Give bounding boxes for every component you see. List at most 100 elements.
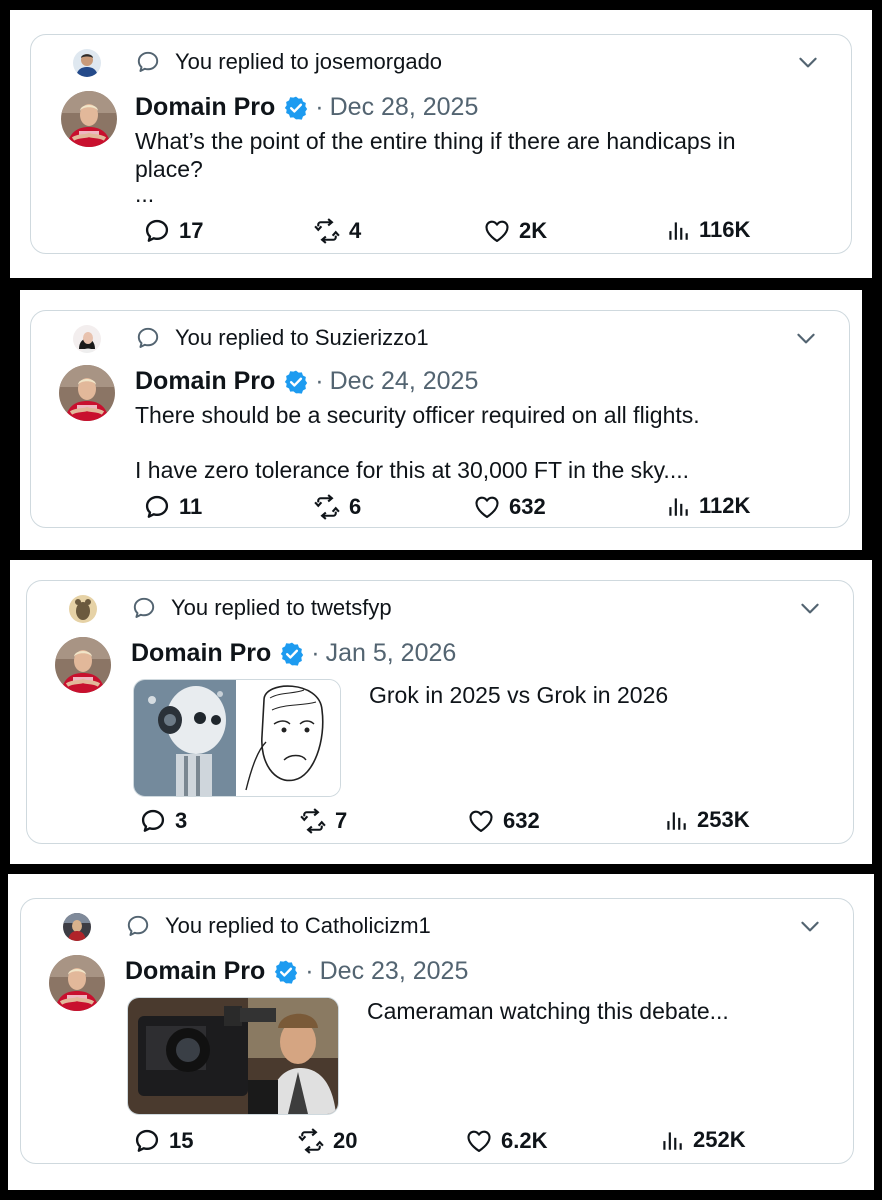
retweet-icon: [297, 1127, 325, 1155]
retweet-button[interactable]: 4: [313, 217, 361, 245]
reply-count: 11: [179, 494, 203, 519]
replied-user-avatar[interactable]: [63, 913, 91, 941]
reply-icon: [139, 807, 167, 835]
like-button[interactable]: 2K: [483, 217, 547, 245]
tweet-text: Cameraman watching this debate...: [367, 997, 827, 1025]
tweet-panel-1: You replied to josemorgado Domain Pro · …: [10, 10, 872, 278]
author-line: Domain Pro · Dec 23, 2025: [125, 957, 468, 986]
reply-button[interactable]: 15: [133, 1127, 193, 1155]
tweet-date[interactable]: Dec 24, 2025: [330, 367, 479, 396]
robot-and-sad-wojak-image: [134, 680, 340, 796]
author-line: Domain Pro · Dec 28, 2025: [135, 93, 478, 122]
retweet-count: 7: [335, 808, 348, 833]
reply-button[interactable]: 11: [143, 493, 202, 521]
author-avatar[interactable]: [59, 365, 115, 421]
reply-bubble-icon: [135, 49, 161, 75]
view-count: 253K: [697, 807, 750, 832]
author-name[interactable]: Domain Pro: [131, 639, 271, 668]
tweet-card[interactable]: You replied to Suzierizzo1 Domain Pro · …: [30, 310, 850, 528]
tweet-text: There should be a security officer requi…: [135, 401, 835, 484]
reply-button[interactable]: 3: [139, 807, 187, 835]
retweet-button[interactable]: 6: [313, 493, 361, 521]
views-button[interactable]: 116K: [665, 217, 750, 243]
tweet-card[interactable]: You replied to josemorgado Domain Pro · …: [30, 34, 852, 254]
tweet-actions: 3 7 632 253K: [27, 807, 855, 837]
heart-icon: [483, 217, 511, 245]
retweet-button[interactable]: 20: [297, 1127, 357, 1155]
reply-icon: [133, 1127, 161, 1155]
chevron-down-icon[interactable]: [795, 49, 821, 75]
tweet-date[interactable]: Dec 23, 2025: [320, 957, 469, 986]
cameraman-image: [128, 998, 338, 1114]
views-button[interactable]: 252K: [659, 1127, 746, 1153]
chevron-down-icon[interactable]: [797, 595, 823, 621]
tweet-panel-3: You replied to twetsfyp Domain Pro · Jan…: [10, 560, 872, 864]
reply-icon: [143, 217, 171, 245]
like-count: 632: [503, 808, 540, 833]
heart-icon: [467, 807, 495, 835]
separator-dot: ·: [315, 367, 324, 395]
tweet-media-image[interactable]: [127, 997, 339, 1115]
heart-icon: [465, 1127, 493, 1155]
views-button[interactable]: 112K: [665, 493, 750, 519]
replied-user-avatar[interactable]: [73, 325, 101, 353]
view-count: 116K: [699, 217, 751, 242]
tweet-card[interactable]: You replied to twetsfyp Domain Pro · Jan…: [26, 580, 854, 844]
like-button[interactable]: 632: [473, 493, 546, 521]
replied-user-avatar[interactable]: [73, 49, 101, 77]
tweet-date[interactable]: Dec 28, 2025: [330, 93, 479, 122]
retweet-count: 4: [349, 218, 362, 243]
chevron-down-icon[interactable]: [797, 913, 823, 939]
author-name[interactable]: Domain Pro: [125, 957, 265, 986]
replied-to-line: You replied to josemorgado: [135, 49, 442, 75]
author-avatar[interactable]: [55, 637, 111, 693]
bar-chart-icon: [665, 493, 691, 519]
tweet-actions: 17 4 2K 116K: [31, 217, 853, 247]
reply-bubble-icon: [135, 325, 161, 351]
retweet-count: 20: [333, 1128, 358, 1153]
replied-user-avatar[interactable]: [69, 595, 97, 623]
tweet-text-line: I have zero tolerance for this at 30,000…: [135, 457, 689, 483]
replied-to-text[interactable]: You replied to Suzierizzo1: [175, 325, 429, 351]
reply-bubble-icon: [131, 595, 157, 621]
like-count: 2K: [519, 218, 548, 243]
retweet-count: 6: [349, 494, 362, 519]
like-count: 632: [509, 494, 546, 519]
tweet-date[interactable]: Jan 5, 2026: [326, 639, 457, 668]
tweet-panel-2: You replied to Suzierizzo1 Domain Pro · …: [20, 290, 862, 550]
views-button[interactable]: 253K: [663, 807, 750, 833]
tweet-card[interactable]: You replied to Catholicizm1 Domain Pro ·…: [20, 898, 854, 1164]
author-avatar[interactable]: [49, 955, 105, 1011]
author-name[interactable]: Domain Pro: [135, 93, 275, 122]
tweet-text-line: There should be a security officer requi…: [135, 402, 700, 428]
reply-count: 15: [169, 1128, 194, 1153]
tweet-actions: 11 6 632 112K: [31, 493, 851, 523]
author-name[interactable]: Domain Pro: [135, 367, 275, 396]
author-avatar[interactable]: [61, 91, 117, 147]
bar-chart-icon: [663, 807, 689, 833]
reply-bubble-icon: [125, 913, 151, 939]
replied-to-text[interactable]: You replied to Catholicizm1: [165, 913, 431, 939]
reply-count: 17: [179, 218, 204, 243]
verified-badge-icon: [279, 641, 305, 667]
tweet-text: Grok in 2025 vs Grok in 2026: [369, 681, 829, 709]
separator-dot: ·: [311, 639, 320, 667]
replied-to-text[interactable]: You replied to josemorgado: [175, 49, 442, 75]
author-line: Domain Pro · Dec 24, 2025: [135, 367, 478, 396]
verified-badge-icon: [283, 95, 309, 121]
chevron-down-icon[interactable]: [793, 325, 819, 351]
tweet-text-line: Cameraman watching this debate...: [367, 998, 729, 1024]
replied-to-text[interactable]: You replied to twetsfyp: [171, 595, 392, 621]
reply-button[interactable]: 17: [143, 217, 203, 245]
view-count: 252K: [693, 1127, 746, 1152]
like-button[interactable]: 632: [467, 807, 540, 835]
bar-chart-icon: [665, 217, 691, 243]
tweet-panel-4: You replied to Catholicizm1 Domain Pro ·…: [8, 874, 874, 1190]
tweet-text-line: What’s the point of the entire thing if …: [135, 128, 736, 154]
tweet-media-image[interactable]: [133, 679, 341, 797]
heart-icon: [473, 493, 501, 521]
retweet-icon: [313, 217, 341, 245]
retweet-button[interactable]: 7: [299, 807, 347, 835]
retweet-icon: [299, 807, 327, 835]
like-button[interactable]: 6.2K: [465, 1127, 547, 1155]
